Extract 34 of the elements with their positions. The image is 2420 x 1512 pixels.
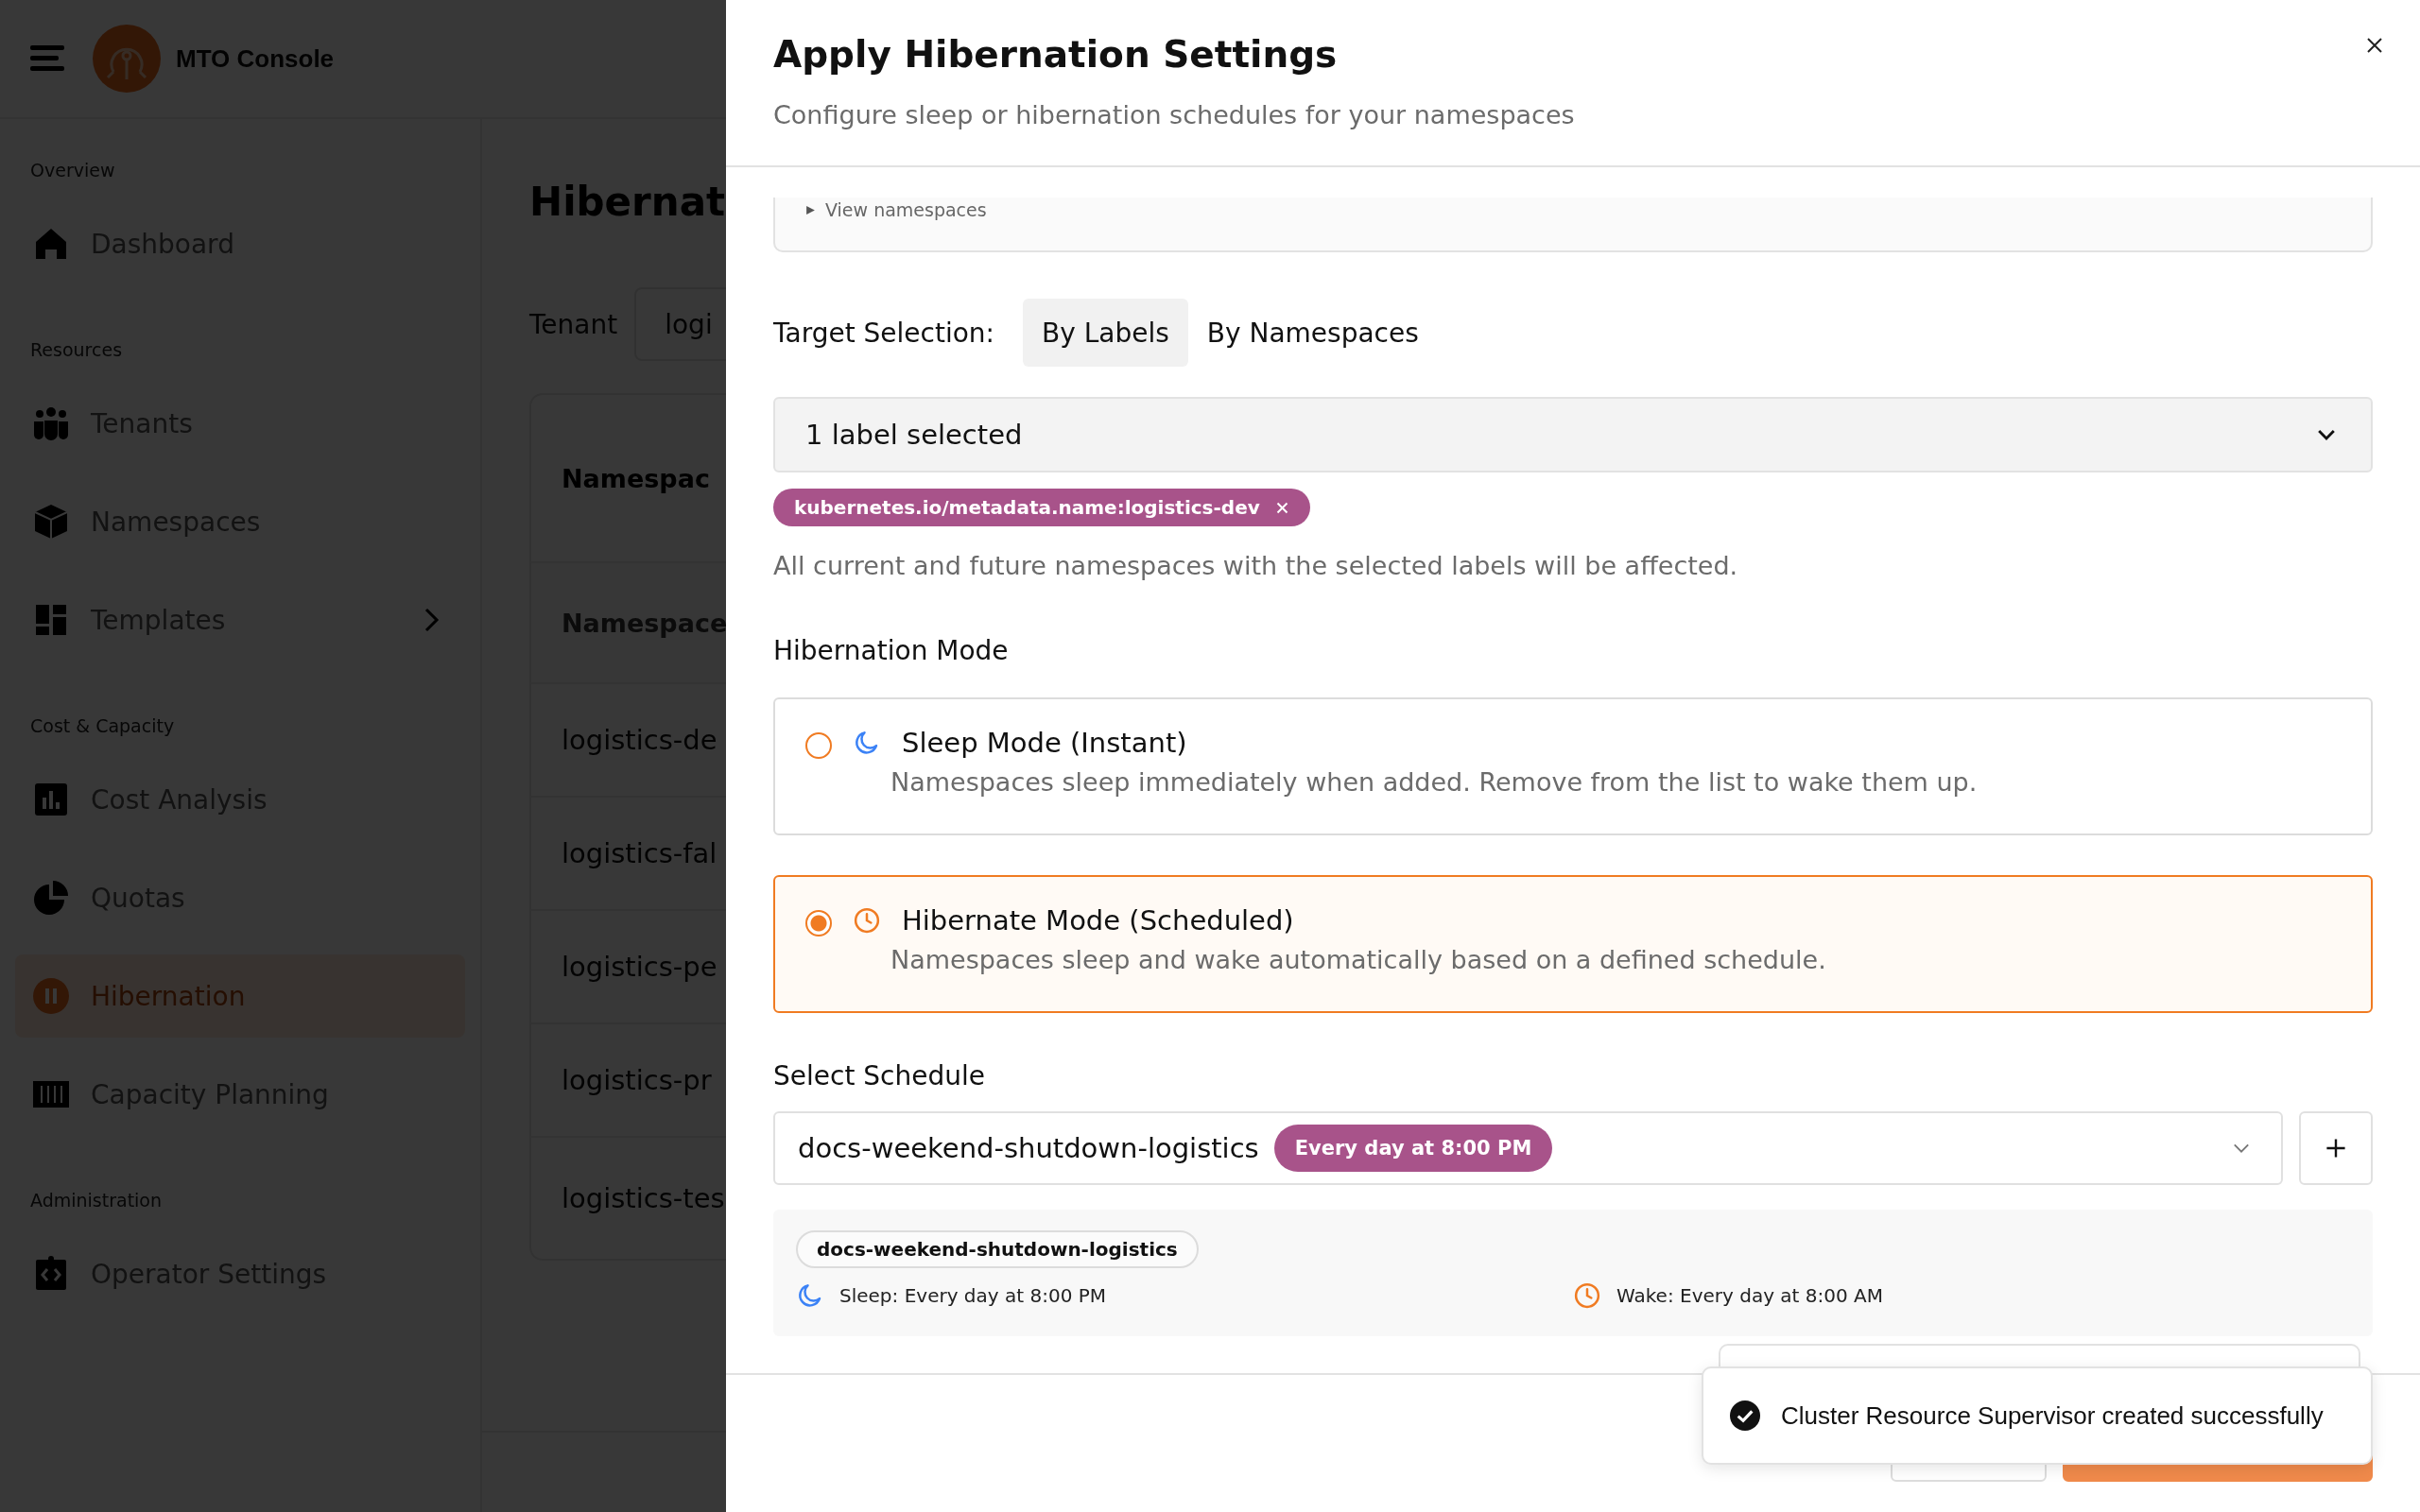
option-title: Hibernate Mode (Scheduled) [902, 904, 1294, 936]
section-heading: Select Schedule [773, 1059, 986, 1093]
schedule-badge: Every day at 8:00 PM [1273, 1125, 1553, 1172]
option-description: Namespaces sleep immediately when added. Remove from the list to wake them up. [890, 767, 1979, 797]
sleep-time: Sleep: Every day at 8:00 PM [839, 1284, 1107, 1307]
clock-icon [853, 906, 881, 935]
label-select[interactable]: 1 label selected [773, 397, 2373, 472]
wake-time: Wake: Every day at 8:00 AM [1616, 1284, 1884, 1307]
section-heading: Hibernation Mode [773, 634, 1010, 668]
remove-icon[interactable] [1274, 500, 1289, 515]
close-icon [2365, 36, 2384, 55]
mode-option-card[interactable]: Hibernate Mode (Scheduled) Namespaces sleep and wake automatically based on a defined schedule. [773, 875, 2373, 1013]
radio-button[interactable] [805, 732, 832, 759]
clock-icon [1573, 1281, 1601, 1310]
view-namespaces-toggle[interactable]: View namespaces [805, 198, 987, 222]
tab[interactable]: By Labels [1023, 299, 1188, 367]
target-selection-label: Target Selection: [773, 317, 994, 349]
modal-subtitle: Configure sleep or hibernation schedules for your namespaces [773, 100, 1576, 129]
mode-option-card[interactable]: Sleep Mode (Instant) Namespaces sleep immediately when added. Remove from the list to wake them up. [773, 697, 2373, 835]
radio-button[interactable] [805, 910, 832, 936]
option-description: Namespaces sleep and wake automatically based on a defined schedule. [890, 945, 1827, 974]
check-circle-icon [1730, 1400, 1760, 1431]
toast-message: Cluster Resource Supervisor created successfully [1781, 1400, 2324, 1431]
schedule-select[interactable]: docs-weekend-shutdown-logistics Every day at 8:00 PM [773, 1111, 2283, 1185]
triangle-icon [805, 204, 816, 215]
schedule-name-chip: docs-weekend-shutdown-logistics [796, 1230, 1199, 1268]
plus-icon [2325, 1137, 2347, 1160]
tab[interactable]: By Namespaces [1187, 299, 1438, 367]
add-button[interactable] [2299, 1111, 2373, 1185]
helper-text: All current and future namespaces with the selected labels will be affected. [773, 550, 1739, 582]
modal-title: Apply Hibernation Settings [773, 32, 1339, 77]
page-title: Hibernat [529, 178, 726, 227]
label-chip: kubernetes.io/metadata.name:logistics-dev [773, 489, 1310, 526]
option-title: Sleep Mode (Instant) [902, 727, 1187, 759]
